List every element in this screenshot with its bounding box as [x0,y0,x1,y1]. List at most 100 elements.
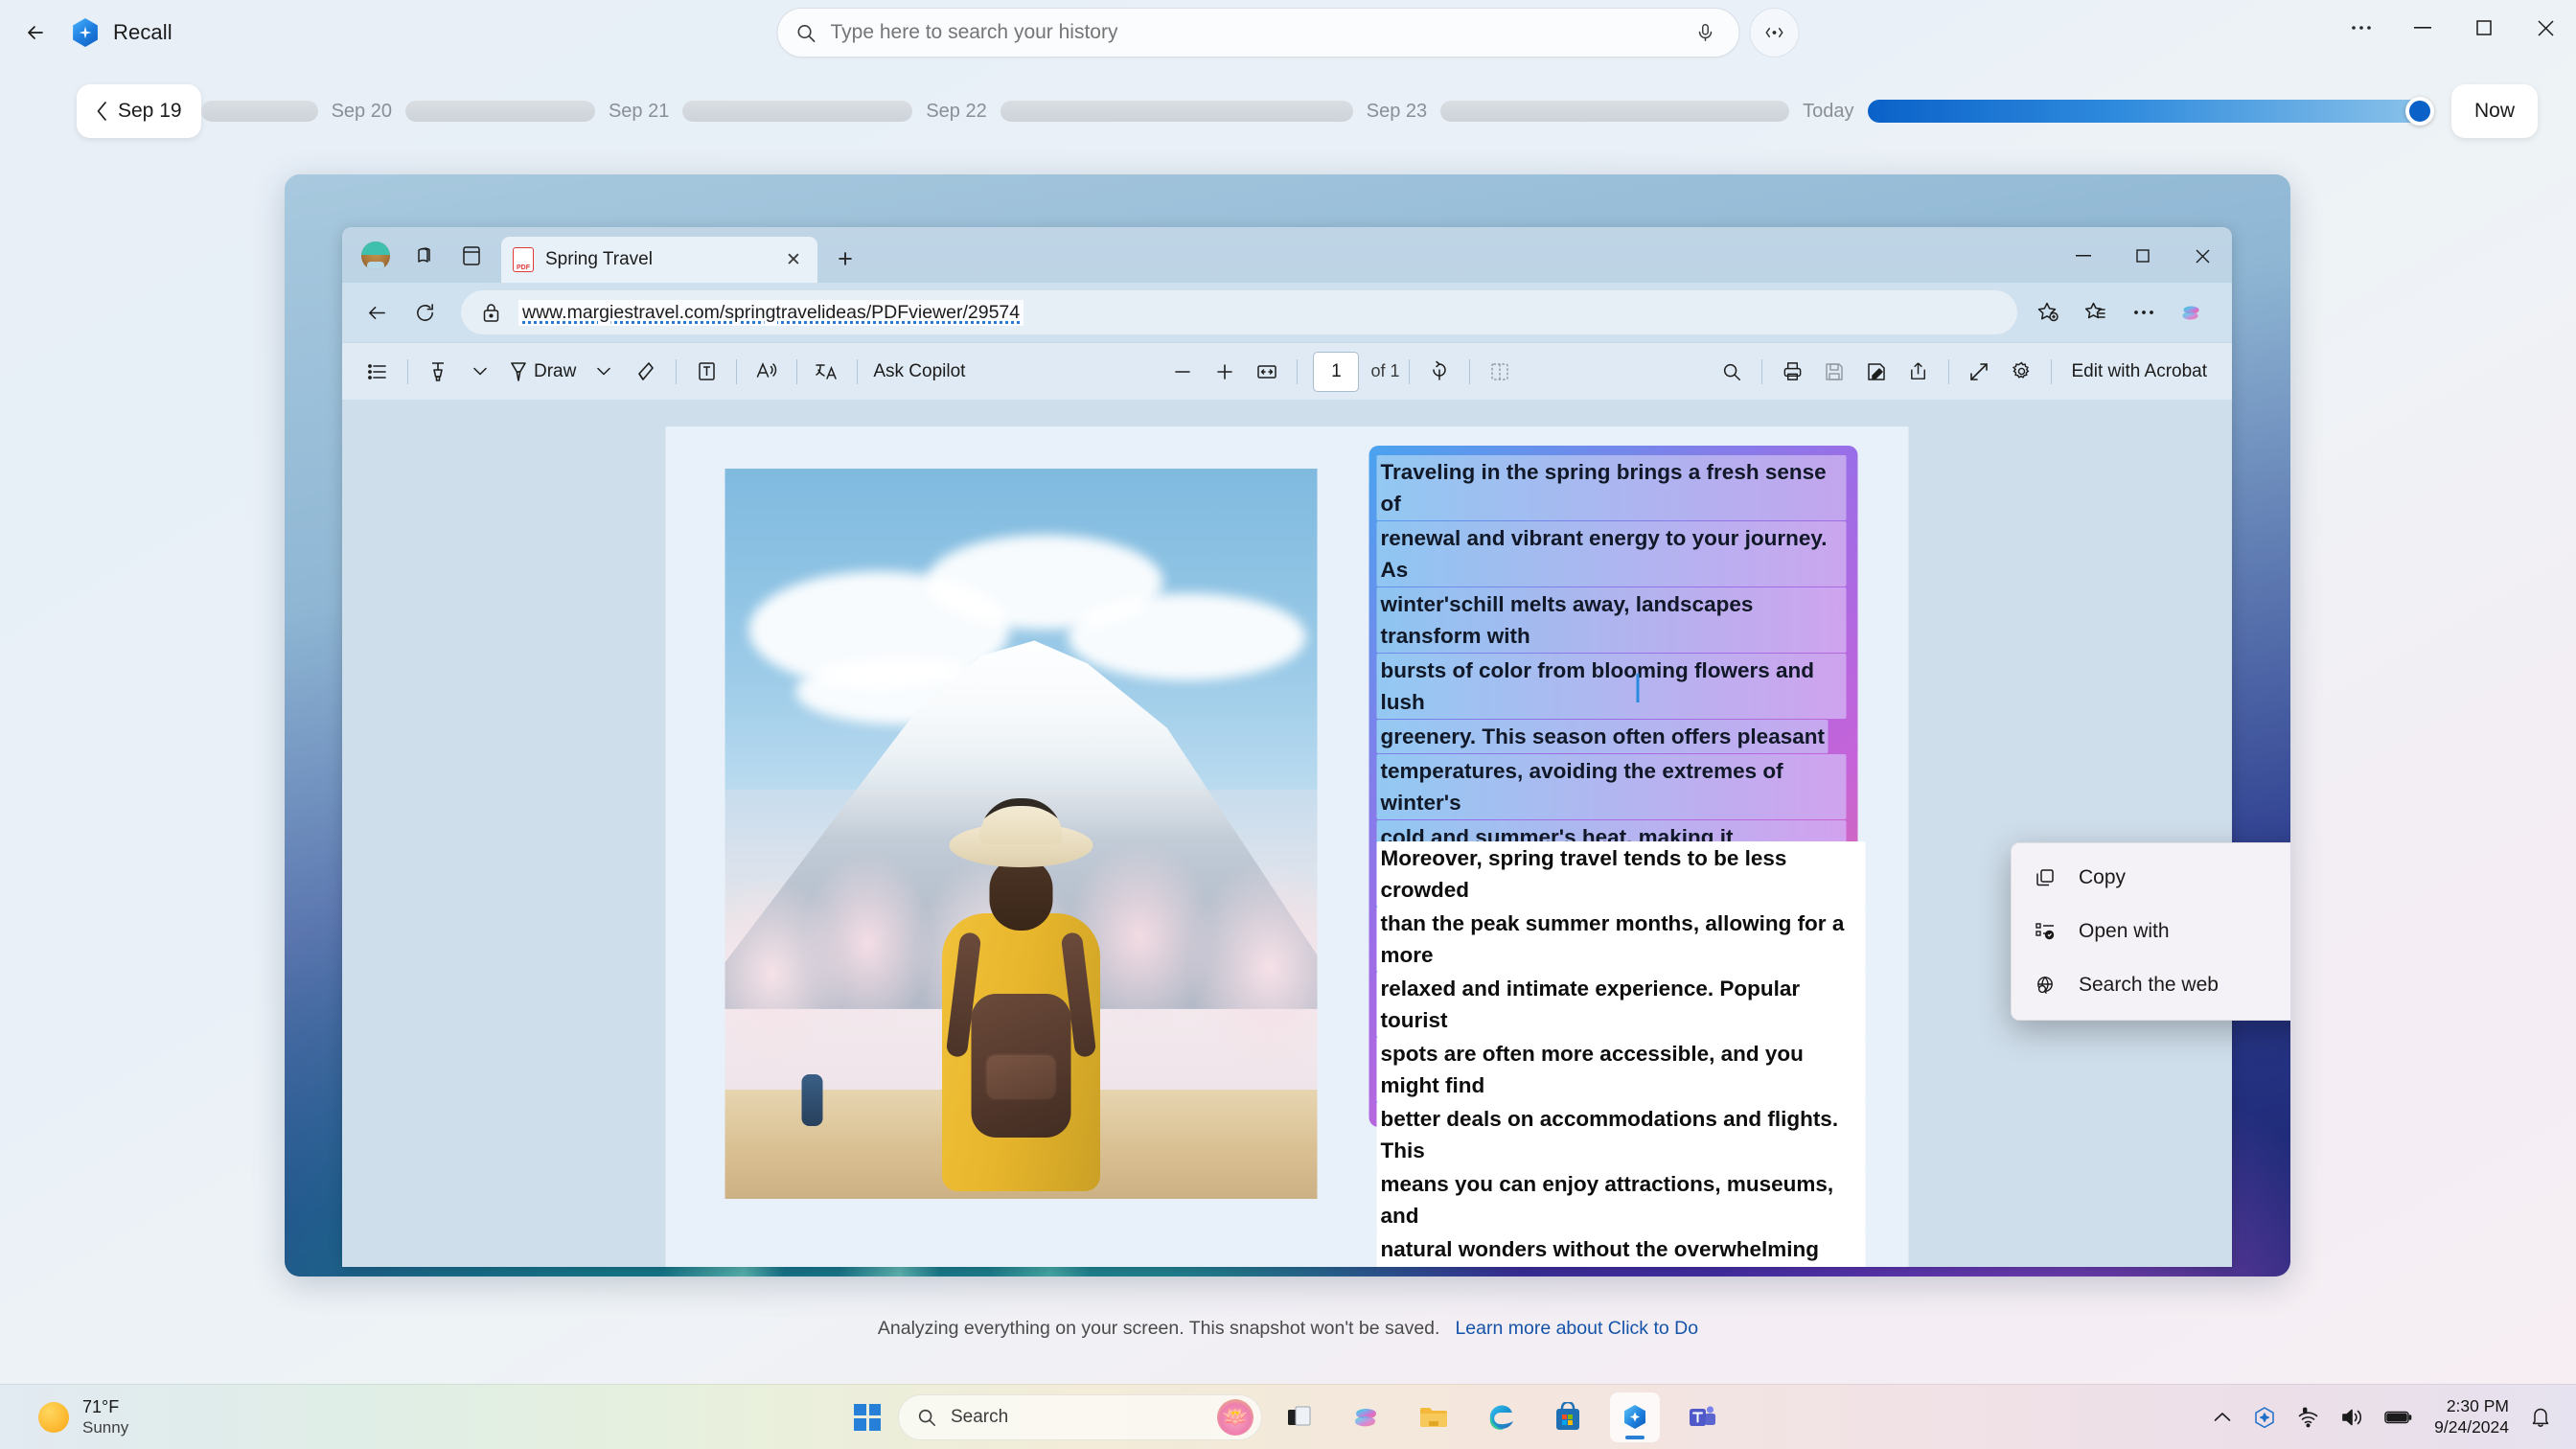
favorites-button[interactable] [2075,291,2117,334]
tray-battery-button[interactable] [2377,1394,2421,1440]
taskbar-search-box[interactable]: Search 🪷 [898,1393,1262,1440]
browser-tab-spring-travel[interactable]: PDF Spring Travel ✕ [501,237,817,283]
tab-actions-button[interactable] [403,236,444,276]
browser-maximize-button[interactable] [2113,233,2173,279]
search-icon [1724,363,1741,380]
timeline-segment-3[interactable] [1000,101,1353,122]
close-button[interactable] [2515,0,2576,56]
toolbar-divider [407,358,408,384]
draw-label: Draw [534,360,577,381]
save-button[interactable] [1814,352,1854,392]
taskbar-app-recall[interactable] [1610,1392,1660,1442]
pdf-settings-button[interactable] [2001,352,2041,392]
page-number-input[interactable]: 1 [1313,351,1360,392]
new-tab-button[interactable]: + [825,239,865,279]
zoom-out-button[interactable] [1162,352,1203,392]
timeline-segment-0[interactable] [200,101,318,122]
microphone-icon[interactable] [1690,16,1722,49]
share-button[interactable] [1898,352,1939,392]
browser-refresh-button[interactable] [403,291,446,334]
fit-width-button[interactable] [1247,352,1287,392]
back-button[interactable] [13,11,58,55]
pdf-toolbar: Draw Ask Copilot 1 of 1 Edit with Acroba… [342,342,2232,400]
save-as-button[interactable] [1856,352,1897,392]
browser-back-button[interactable] [356,291,398,334]
taskbar-clock[interactable]: 2:30 PM 9/24/2024 [2425,1396,2518,1438]
taskbar-app-teams[interactable] [1677,1392,1727,1442]
add-favorite-button[interactable] [2027,291,2069,334]
erase-button[interactable] [626,352,666,392]
url-input[interactable]: www.margiestravel.com/springtravelideas/… [461,290,2017,334]
timeline-segment-1[interactable] [404,101,595,122]
history-search-box[interactable] [776,8,1740,58]
timeline: Sep 19 Sep 20 Sep 21 Sep 22 Sep 23 Today… [0,81,2576,141]
learn-more-link[interactable]: Learn more about Click to Do [1455,1318,1698,1340]
ask-copilot-button[interactable]: Ask Copilot [867,352,971,392]
find-button[interactable] [1712,352,1752,392]
more-options-button[interactable] [2331,0,2392,56]
read-aloud-button[interactable] [747,352,787,392]
taskbar-app-edge[interactable] [1476,1392,1526,1442]
toolbar-divider [1948,358,1950,384]
pdf-file-icon: PDF [513,247,534,272]
search-input[interactable] [830,21,1690,44]
translate-button[interactable] [807,352,847,392]
draw-dropdown[interactable] [584,352,624,392]
start-button[interactable] [844,1394,890,1440]
minimize-button[interactable] [2392,0,2453,56]
sun-icon [38,1401,69,1433]
rotate-button[interactable] [1419,352,1460,392]
taskbar-app-copilot[interactable] [1342,1392,1392,1442]
highlight-dropdown[interactable] [460,352,500,392]
folder-icon [1420,1407,1447,1427]
tray-network-button[interactable] [2288,1394,2329,1440]
timeline-segment-2[interactable] [682,101,913,122]
maximize-button[interactable] [2453,0,2515,56]
highlight-line: winter'schill melts away, landscapes tra… [1376,587,1847,653]
site-permissions-icon[interactable] [476,298,505,327]
weather-widget[interactable]: 71°F Sunny [25,1391,142,1444]
lotus-icon[interactable]: 🪷 [1217,1398,1254,1436]
timeline-slider-knob[interactable] [2404,97,2434,126]
context-menu-label: Open with [2079,920,2170,942]
background-person [801,1073,823,1126]
close-icon [2537,19,2554,36]
timeline-current-day[interactable]: Sep 19 [77,84,201,138]
edit-with-acrobat-button[interactable]: Edit with Acrobat [2061,361,2217,382]
context-menu[interactable]: Copy Ctrl+C Open with › Search the we [2011,842,2290,1021]
highlight-button[interactable] [418,352,458,392]
read-aloud-icon [757,362,777,378]
page-view-button[interactable] [1480,352,1520,392]
timeline-now-button[interactable]: Now [2450,84,2538,138]
table-of-contents-button[interactable] [357,352,398,392]
zoom-in-button[interactable] [1205,352,1245,392]
browser-settings-button[interactable] [2123,291,2165,334]
context-menu-item-search-web[interactable]: Search the web [2012,958,2290,1012]
taskbar-app-task-view[interactable] [1275,1392,1324,1442]
fullscreen-button[interactable] [1959,352,1999,392]
notifications-button[interactable] [2522,1394,2559,1440]
profile-avatar[interactable] [356,236,396,276]
tray-volume-button[interactable] [2333,1394,2373,1440]
tray-expand-button[interactable] [2204,1394,2241,1440]
timeline-segment-4[interactable] [1440,101,1790,122]
print-button[interactable] [1772,352,1812,392]
browser-close-button[interactable] [2173,233,2232,279]
timeline-today-slider[interactable] [1867,97,2434,126]
add-text-button[interactable] [686,352,726,392]
taskbar-app-file-explorer[interactable] [1409,1392,1459,1442]
volume-icon [2342,1409,2362,1425]
context-menu-item-open-with[interactable]: Open with › [2012,905,2290,958]
split-screen-button[interactable] [451,236,492,276]
search-more-options-button[interactable] [1749,8,1800,58]
chevron-up-icon [2214,1413,2231,1421]
copilot-button[interactable] [2171,291,2213,334]
tab-close-button[interactable]: ✕ [781,247,806,272]
document-paragraph-2[interactable]: Moreover, spring travel tends to be less… [1376,841,1866,1267]
taskbar-app-microsoft-store[interactable] [1543,1392,1593,1442]
draw-button[interactable]: Draw [502,352,582,392]
browser-minimize-button[interactable] [2054,233,2113,279]
tray-copilot-button[interactable] [2244,1394,2285,1440]
pdf-page: Traveling in the spring brings a fresh s… [665,426,1909,1267]
context-menu-item-copy[interactable]: Copy Ctrl+C [2012,851,2290,905]
